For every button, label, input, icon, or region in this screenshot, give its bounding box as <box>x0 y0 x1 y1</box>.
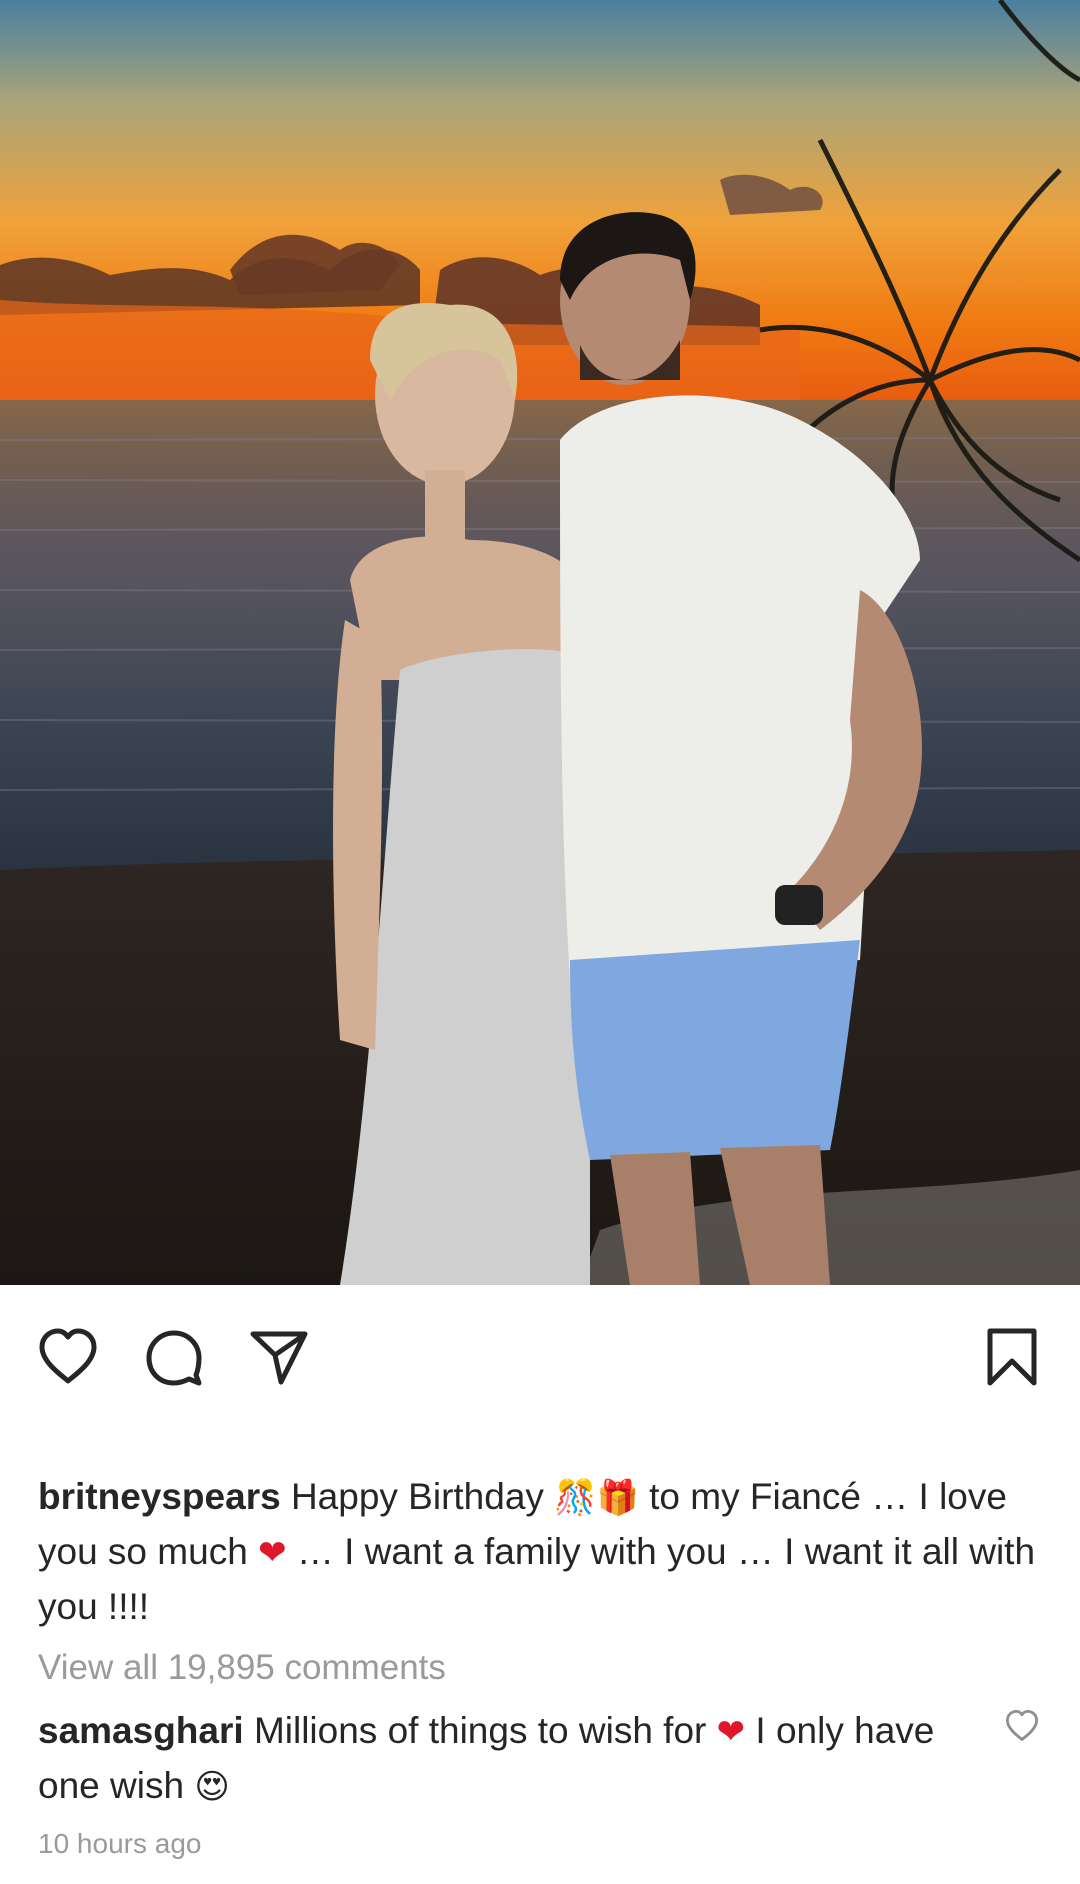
view-all-comments-link[interactable]: View all 19,895 comments <box>38 1648 446 1688</box>
caption-text: britneyspears Happy Birthday 🎊🎁 to my Fi… <box>38 1470 1048 1633</box>
comment-username[interactable]: samasghari <box>38 1710 244 1751</box>
caption-username[interactable]: britneyspears <box>38 1476 281 1517</box>
post-photo[interactable] <box>0 0 1080 1285</box>
post-caption: britneyspears Happy Birthday 🎊🎁 to my Fi… <box>38 1470 1048 1633</box>
small-heart-outline-icon[interactable] <box>1004 1708 1040 1744</box>
heart-eyes-emoji: 😍 <box>194 1767 230 1807</box>
post-timestamp: 10 hours ago <box>38 1828 202 1859</box>
top-comment: samasghari Millions of things to wish fo… <box>38 1704 968 1814</box>
red-heart-emoji: ❤ <box>258 1533 287 1573</box>
paper-plane-icon[interactable] <box>247 1325 311 1389</box>
comment-bubble-icon[interactable] <box>142 1325 206 1389</box>
post-image <box>0 0 1080 1285</box>
heart-outline-icon[interactable] <box>36 1325 100 1389</box>
caption-text-part1: Happy Birthday <box>280 1476 555 1517</box>
bookmark-icon[interactable] <box>980 1325 1044 1389</box>
comment-text-part1: Millions of things to wish for <box>243 1710 717 1751</box>
confetti-gift-emoji: 🎊🎁 <box>554 1478 639 1518</box>
red-heart-emoji: ❤ <box>716 1712 746 1752</box>
post-action-bar <box>0 1285 1080 1435</box>
